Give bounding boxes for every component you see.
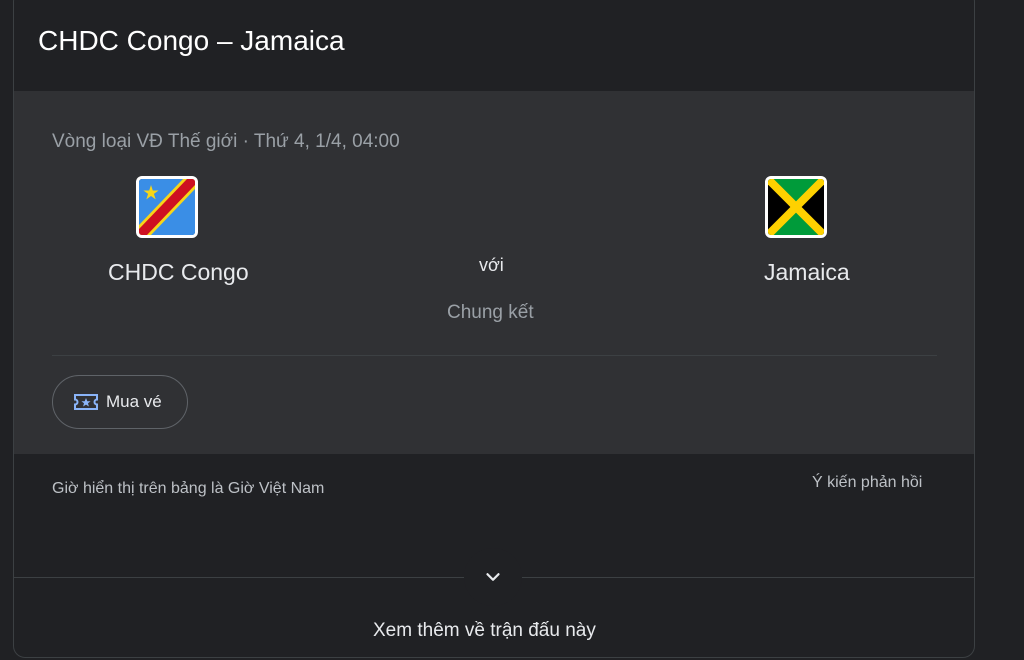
timezone-note: Giờ hiển thị trên bảng là Giờ Việt Nam: [52, 480, 325, 497]
panel-divider: [52, 355, 937, 356]
chevron-down-icon: [486, 573, 500, 581]
away-team-name[interactable]: Jamaica: [764, 259, 850, 286]
home-team-name[interactable]: CHDC Congo: [108, 259, 249, 286]
dr-congo-flag-icon[interactable]: [136, 176, 198, 238]
versus-label: với: [479, 255, 504, 275]
page-background-right: [975, 0, 1024, 660]
stage-label: Chung kết: [447, 302, 534, 323]
feedback-link[interactable]: Ý kiến phản hồi: [812, 474, 922, 492]
ticket-icon: [73, 392, 99, 412]
expand-button[interactable]: [464, 548, 522, 606]
match-card: CHDC Congo – Jamaica Vòng loại VĐ Thế gi…: [13, 0, 975, 658]
buy-tickets-label: Mua vé: [106, 392, 162, 411]
match-panel: Vòng loại VĐ Thế giới · Thứ 4, 1/4, 04:0…: [14, 91, 974, 454]
see-more-link[interactable]: Xem thêm về trận đấu này: [373, 620, 596, 642]
competition-info: Vòng loại VĐ Thế giới · Thứ 4, 1/4, 04:0…: [52, 131, 400, 152]
match-title: CHDC Congo – Jamaica: [38, 25, 345, 56]
jamaica-flag-icon[interactable]: [765, 176, 827, 238]
buy-tickets-button[interactable]: Mua vé: [52, 375, 188, 429]
